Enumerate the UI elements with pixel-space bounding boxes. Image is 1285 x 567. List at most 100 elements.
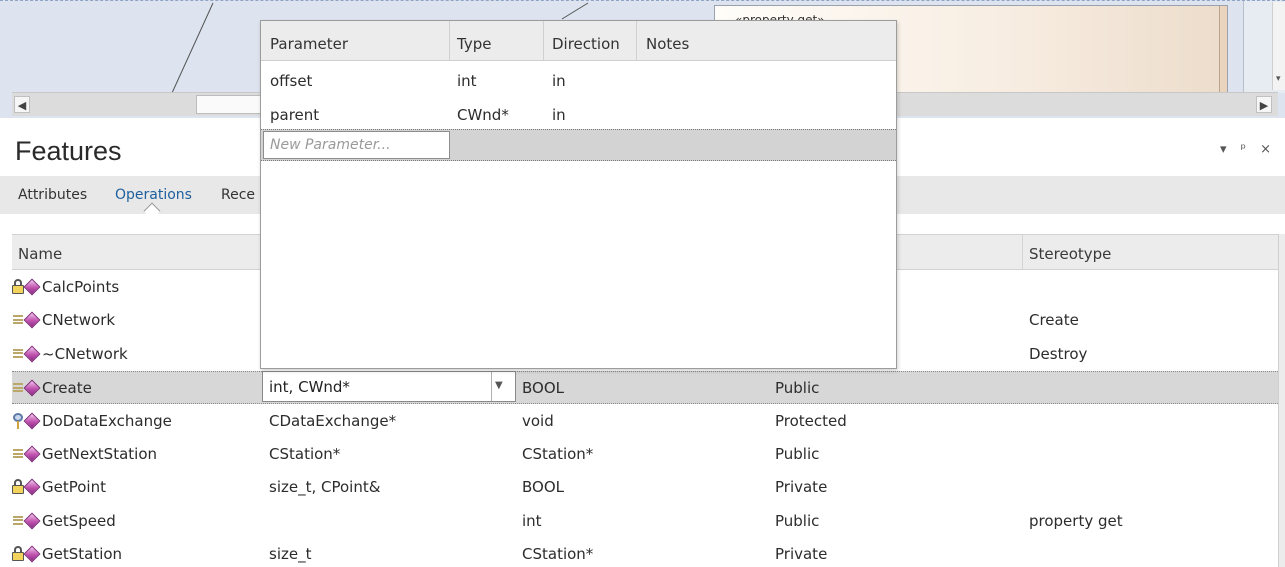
param-column-direction[interactable]: Direction	[552, 35, 620, 53]
operation-row[interactable]: GetStation size_t CStation* Private	[12, 538, 1278, 567]
dropdown-arrow-icon[interactable]: ▼	[495, 380, 503, 391]
operation-icons	[12, 345, 42, 364]
tab-operations[interactable]: Operations	[115, 187, 192, 203]
operation-icon	[23, 412, 41, 430]
new-parameter-input[interactable]: New Parameter...	[263, 131, 450, 159]
operation-row[interactable]: GetSpeed int Public property get	[12, 505, 1278, 538]
operation-return-type[interactable]: BOOL	[522, 379, 564, 397]
param-column-type[interactable]: Type	[457, 35, 491, 53]
operation-name[interactable]: CalcPoints	[42, 278, 119, 296]
operation-name[interactable]: GetStation	[42, 545, 122, 563]
operation-icon	[23, 278, 41, 296]
public-icon	[13, 348, 23, 358]
public-icon	[13, 315, 23, 325]
operation-scope[interactable]: Private	[775, 545, 827, 563]
operation-icons	[12, 311, 42, 330]
parameter-type[interactable]: CWnd*	[457, 106, 509, 124]
combo-separator	[491, 372, 492, 401]
param-column-notes[interactable]: Notes	[646, 35, 689, 53]
param-column-parameter[interactable]: Parameter	[270, 35, 348, 53]
column-separator[interactable]	[1022, 235, 1023, 270]
operation-parameters[interactable]: CDataExchange*	[269, 412, 396, 430]
operation-icons	[12, 545, 42, 564]
operation-scope[interactable]: Public	[775, 445, 819, 463]
element-edge	[1219, 6, 1227, 92]
parameters-popup: Parameter Type Direction Notes offset in…	[260, 20, 897, 369]
panel-menu-icon[interactable]: ▾	[1220, 142, 1227, 157]
parameter-name[interactable]: parent	[270, 106, 319, 124]
operation-name[interactable]: GetSpeed	[42, 512, 116, 530]
operation-name[interactable]: ~CNetwork	[42, 345, 128, 363]
operation-parameters[interactable]: size_t, CPoint&	[269, 478, 380, 496]
operation-parameters[interactable]: CStation*	[269, 445, 340, 463]
tab-receptions[interactable]: Rece	[221, 187, 255, 203]
features-title: Features	[15, 136, 122, 166]
parameter-row[interactable]: offset int in	[261, 63, 896, 97]
public-icon	[13, 449, 23, 458]
new-parameter-placeholder: New Parameter...	[270, 137, 391, 153]
operation-name[interactable]: DoDataExchange	[42, 412, 172, 430]
tab-attributes[interactable]: Attributes	[18, 187, 87, 203]
column-separator[interactable]	[543, 21, 544, 60]
operation-icon	[23, 345, 41, 363]
close-icon[interactable]: ×	[1260, 142, 1271, 157]
operation-stereotype[interactable]: property get	[1029, 512, 1123, 530]
scroll-left-icon[interactable]: ◀	[14, 96, 30, 113]
new-parameter-row[interactable]: New Parameter...	[261, 129, 896, 161]
scroll-down-icon[interactable]: ▾	[1276, 74, 1281, 84]
operation-icons	[12, 412, 42, 431]
operation-return-type[interactable]: CStation*	[522, 445, 593, 463]
operation-return-type[interactable]: int	[522, 512, 542, 530]
public-icon	[13, 515, 23, 525]
parameter-row[interactable]: parent CWnd* in	[261, 97, 896, 131]
grid-vertical-scrollbar[interactable]	[1278, 234, 1285, 567]
operation-name[interactable]: GetNextStation	[42, 445, 157, 463]
operation-row[interactable]: GetNextStation CStation* CStation* Public	[12, 438, 1278, 471]
lock-icon	[12, 479, 24, 495]
operation-icons	[12, 445, 42, 464]
operation-scope[interactable]: Private	[775, 478, 827, 496]
operation-row[interactable]: GetPoint size_t, CPoint& BOOL Private	[12, 471, 1278, 504]
parameter-type[interactable]: int	[457, 72, 477, 90]
operation-scope[interactable]: Public	[775, 379, 819, 397]
operation-row[interactable]: Create BOOL Public	[12, 371, 1278, 405]
operation-return-type[interactable]: BOOL	[522, 478, 564, 496]
column-separator[interactable]	[449, 21, 450, 60]
operation-icon	[23, 478, 41, 496]
column-header-stereotype[interactable]: Stereotype	[1029, 245, 1111, 263]
operation-icon	[23, 512, 41, 530]
operation-return-type[interactable]: CStation*	[522, 545, 593, 563]
operation-icons	[12, 478, 42, 497]
operation-stereotype[interactable]: Destroy	[1029, 345, 1087, 363]
lock-icon	[12, 546, 24, 562]
operation-icon	[23, 311, 41, 329]
operation-icons	[12, 278, 42, 297]
operation-name[interactable]: CNetwork	[42, 311, 115, 329]
operation-icons	[12, 512, 42, 531]
column-header-name[interactable]: Name	[18, 245, 62, 263]
operation-name[interactable]: GetPoint	[42, 478, 106, 496]
parameter-direction[interactable]: in	[552, 72, 566, 90]
operation-icon	[23, 445, 41, 463]
operation-row[interactable]: DoDataExchange CDataExchange* void Protecte…	[12, 405, 1278, 438]
operation-scope[interactable]: Public	[775, 512, 819, 530]
operation-scope[interactable]: Protected	[775, 412, 847, 430]
operation-return-type[interactable]: void	[522, 412, 554, 430]
operation-parameters[interactable]: size_t	[269, 545, 311, 563]
scrollbar-thumb[interactable]	[196, 95, 266, 114]
operation-icon	[23, 545, 41, 563]
scroll-right-icon[interactable]: ▶	[1256, 96, 1272, 113]
parameter-name[interactable]: offset	[270, 72, 312, 90]
parameters-header: Parameter Type Direction Notes	[261, 21, 896, 61]
pin-icon[interactable]: ᵖ	[1241, 142, 1247, 157]
public-icon	[13, 383, 23, 393]
parameters-combo[interactable]: int, CWnd* ▼	[262, 371, 516, 402]
operation-icons	[12, 379, 42, 398]
parameter-direction[interactable]: in	[552, 106, 566, 124]
panel-controls: ▾ ᵖ ×	[1220, 142, 1271, 157]
diagram-vertical-scrollbar[interactable]: ▾	[1272, 2, 1285, 90]
column-separator[interactable]	[636, 21, 637, 60]
parameters-combo-value[interactable]: int, CWnd*	[269, 378, 350, 396]
operation-stereotype[interactable]: Create	[1029, 311, 1079, 329]
operation-name[interactable]: Create	[42, 379, 92, 397]
